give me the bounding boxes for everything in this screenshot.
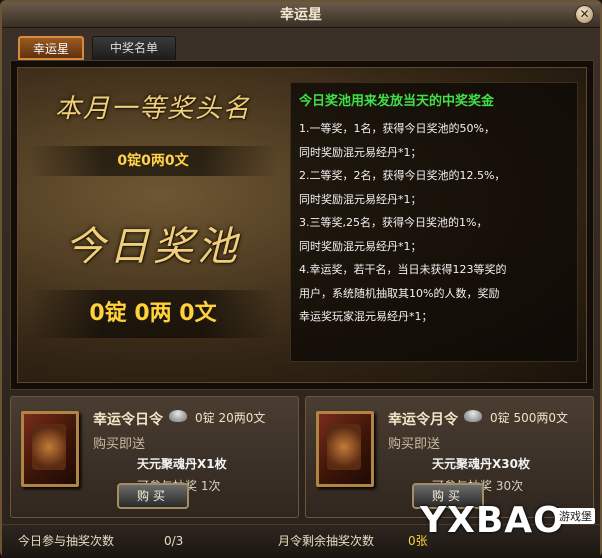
watermark-tag: 游戏堡 <box>556 508 595 524</box>
month-top-winner-title: 本月一等奖头名 <box>54 94 251 124</box>
main-panel: 本月一等奖头名 0锭0两0文 今日奖池 0锭 0两 0文 今日奖池用来发放当天的… <box>10 60 594 390</box>
card-name: 幸运令月令 <box>388 412 458 428</box>
month-top-winner-value: 0锭0两0文 <box>28 146 278 176</box>
today-draws-label: 今日参与抽奖次数 <box>18 534 115 548</box>
card-gift-label: 购买即送 <box>388 437 441 452</box>
card-name: 幸运令日令 <box>93 412 163 428</box>
rules-line: 2.二等奖，2名，获得今日奖池的12.5%， <box>299 169 506 182</box>
rules-line: 用户，系统随机抽取其10%的人数，奖励 <box>299 286 500 300</box>
buy-daily-token-button[interactable]: 购买 <box>117 483 189 509</box>
lucky-star-window: 幸运星 ✕ 幸运星 中奖名单 本月一等奖头名 0锭0两0文 今日奖池 0锭 0两… <box>0 0 602 557</box>
card-gift-label: 购买即送 <box>93 437 146 452</box>
rules-line: 同时奖励混元易经丹*1； <box>299 145 422 159</box>
rules-title: 今日奖池用来发放当天的中奖奖金 <box>299 94 495 109</box>
window-title: 幸运星 <box>2 2 600 28</box>
card-price: 0锭 500两0文 <box>490 411 568 425</box>
monthly-token-book-icon <box>316 411 374 487</box>
tab-winners-list[interactable]: 中奖名单 <box>92 36 176 60</box>
today-draws-count: 0/3 <box>164 534 184 548</box>
today-pool-value: 0锭 0两 0文 <box>28 290 278 338</box>
card-price: 0锭 20两0文 <box>195 411 266 425</box>
prize-summary: 本月一等奖头名 0锭0两0文 今日奖池 0锭 0两 0文 <box>18 68 288 384</box>
watermark-logo: YXBAO 游戏堡 <box>420 500 600 552</box>
rules-line: 幸运奖玩家混元易经丹*1； <box>299 310 433 323</box>
rules-line: 4.幸运奖，若干名，当日未获得123等奖的 <box>299 263 507 276</box>
card-gift-item: 天元聚魂丹X30枚 <box>432 457 530 471</box>
rules-line: 3.三等奖,25名，获得今日奖池的1%， <box>299 216 488 229</box>
watermark-text: YXBAO <box>420 500 565 541</box>
month-draws-label: 月令剩余抽奖次数 <box>278 534 375 548</box>
card-gift-item: 天元聚魂丹X1枚 <box>137 457 227 471</box>
main-panel-bg: 本月一等奖头名 0锭0两0文 今日奖池 0锭 0两 0文 今日奖池用来发放当天的… <box>17 67 587 383</box>
silver-ingot-icon <box>464 410 482 422</box>
rules-line: 1.一等奖，1名，获得今日奖池的50%， <box>299 122 495 135</box>
daily-token-book-icon <box>21 411 79 487</box>
rules-box: 今日奖池用来发放当天的中奖奖金 1.一等奖，1名，获得今日奖池的50%， 同时奖… <box>290 82 578 362</box>
rules-line: 同时奖励混元易经丹*1； <box>299 192 422 206</box>
silver-ingot-icon <box>169 410 187 422</box>
close-icon[interactable]: ✕ <box>575 5 594 24</box>
today-pool-title: 今日奖池 <box>65 224 241 270</box>
daily-token-card: 幸运令日令 0锭 20两0文 购买即送 天元聚魂丹X1枚 可参与抽奖 1次 购买 <box>10 396 299 518</box>
rules-line: 同时奖励混元易经丹*1； <box>299 239 422 253</box>
tab-lucky-star[interactable]: 幸运星 <box>18 36 84 60</box>
